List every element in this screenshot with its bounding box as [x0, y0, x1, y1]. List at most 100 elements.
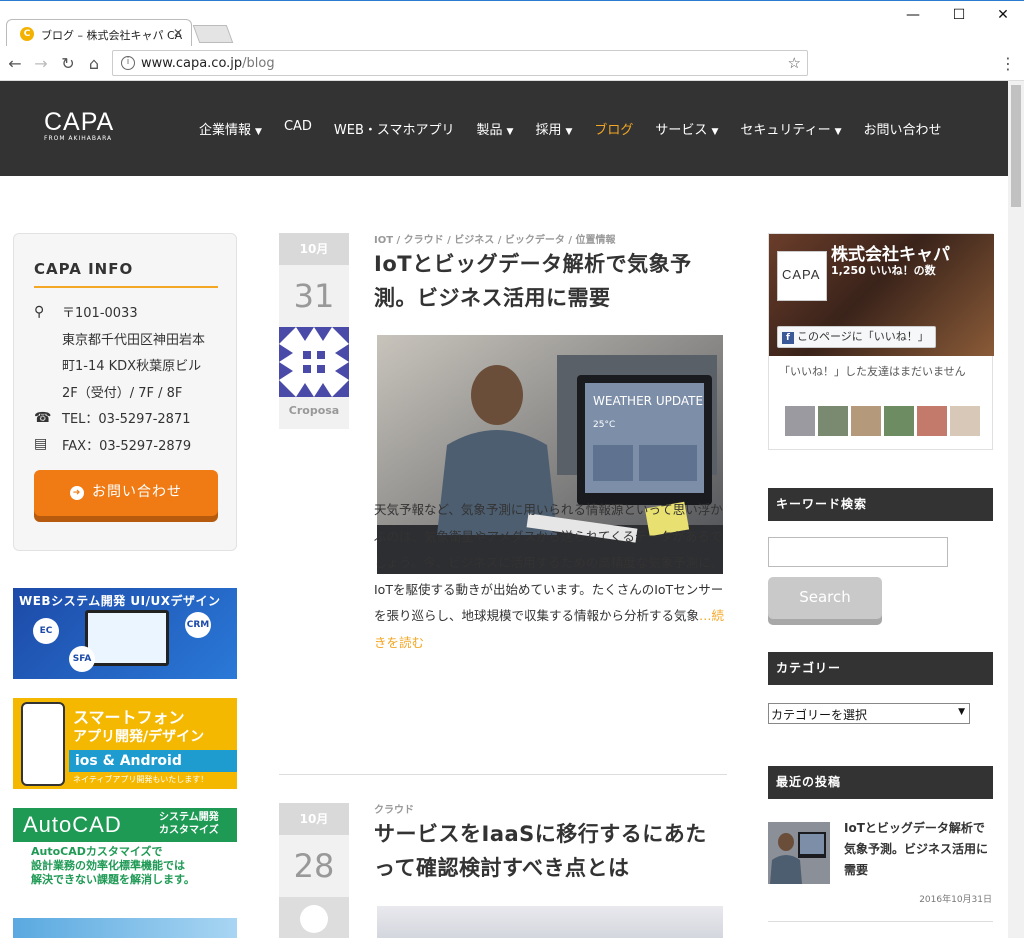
page-scrollbar[interactable] — [1008, 81, 1024, 938]
nav-web-app[interactable]: WEB・スマホアプリ — [334, 119, 455, 138]
autocad-title: AutoCAD — [23, 812, 122, 837]
autocad-body-3: 解決できない課題を解消します。 — [31, 873, 195, 886]
post-date-box: 10月 28 — [279, 803, 349, 938]
chevron-down-icon: ▼ — [834, 127, 842, 137]
chevron-down-icon: ▼ — [711, 127, 719, 137]
nav-services[interactable]: サービス ▼ — [655, 119, 718, 138]
screen-temp: 25°C — [593, 420, 615, 430]
smartphone-graphic — [21, 702, 65, 786]
home-icon[interactable]: ⌂ — [83, 54, 105, 73]
forward-icon[interactable]: → — [30, 54, 52, 73]
autocad-sub1: システム開発 — [159, 812, 219, 823]
bookmark-star-icon[interactable]: ☆ — [788, 54, 801, 72]
address-bar[interactable]: i www.capa.co.jp/blog ☆ — [112, 50, 808, 76]
chevron-down-icon: ▼ — [506, 127, 514, 137]
capa-favicon-icon: C — [20, 27, 34, 41]
capa-info-box: CAPA INFO ⚲ 〒101-0033 東京都千代田区神田岩本 町1-14 … — [13, 233, 237, 551]
info-address-2: 町1-14 KDX秋葉原ビル — [62, 359, 202, 374]
back-icon[interactable]: ← — [4, 54, 26, 73]
post-categories[interactable]: クラウド — [374, 801, 414, 816]
phone-icon: ☎ — [34, 410, 52, 426]
minimize-icon[interactable]: — — [898, 7, 928, 23]
nav-security[interactable]: セキュリティー ▼ — [740, 119, 841, 138]
contact-button[interactable]: ➜ お問い合わせ — [34, 470, 218, 516]
search-input[interactable] — [768, 537, 948, 567]
site-logo[interactable]: CAPA FROM AKIHABARA — [44, 108, 114, 142]
logo-sub: FROM AKIHABARA — [44, 135, 113, 142]
nav-contact[interactable]: お問い合わせ — [864, 119, 942, 138]
maximize-icon[interactable]: ☐ — [944, 7, 974, 23]
nav-recruit[interactable]: 採用 ▼ — [535, 119, 572, 138]
autocad-header: AutoCAD システム開発 カスタマイズ — [13, 808, 237, 842]
recent-post-thumbnail[interactable] — [768, 822, 830, 884]
browser-menu-icon[interactable]: ⋮ — [1000, 54, 1016, 73]
post-title[interactable]: サービスをIaaSに移行するにあたって確認検討すべき点とは — [374, 817, 724, 885]
monitor-graphic — [85, 610, 169, 666]
category-select[interactable]: カテゴリーを選択 ▼ — [768, 703, 970, 724]
post-title[interactable]: IoTとビッグデータ解析で気象予測。ビジネス活用に需要 — [374, 247, 724, 315]
facebook-page-widget: CAPA 株式会社キャパ 1,250 いいね！の数 f このページに「いいね！」 … — [768, 233, 994, 450]
banner-smart-line2: アプリ開発/デザイン — [73, 729, 205, 745]
site-info-icon[interactable]: i — [121, 56, 135, 70]
banner-web-title: WEBシステム開発 UI/UXデザイン — [19, 594, 221, 608]
banner-smart-note: ネイティブアプリ開発もいたします！ — [73, 775, 209, 784]
window-close-icon[interactable]: ✕ — [988, 7, 1018, 23]
info-postal: 〒101-0033 — [62, 306, 138, 321]
recent-post-date: 2016年10月31日 — [919, 895, 992, 905]
search-button[interactable]: Search — [768, 577, 882, 619]
post-categories[interactable]: IOT / クラウド / ビジネス / ビックデータ / 位置情報 — [374, 231, 616, 246]
facebook-like-count: 1,250 いいね！の数 — [831, 264, 936, 277]
avatar[interactable] — [917, 406, 947, 436]
banner-next[interactable] — [13, 918, 237, 938]
page-viewport: CAPA FROM AKIHABARA 企業情報 ▼ CAD WEB・スマホアプリ… — [0, 81, 1008, 938]
new-tab-button[interactable] — [192, 25, 234, 43]
post-month: 10月 — [279, 803, 349, 835]
post-author[interactable]: Croposa — [279, 397, 349, 429]
autocad-sub2: カスタマイズ — [159, 825, 219, 836]
post-excerpt: 天気予報など、気象予測に用いられる情報源といって思い浮かぶのは、気象衛星やアメダ… — [374, 502, 725, 650]
post-month: 10月 — [279, 233, 349, 265]
nav-cad[interactable]: CAD — [284, 119, 312, 138]
site-header: CAPA FROM AKIHABARA 企業情報 ▼ CAD WEB・スマホアプリ… — [0, 81, 1008, 176]
banner-smartphone[interactable]: スマートフォン アプリ開発/デザイン ios & Android ネイティブアプ… — [13, 698, 237, 789]
reload-icon[interactable]: ↻ — [57, 54, 79, 73]
avatar[interactable] — [785, 406, 815, 436]
avatar[interactable] — [851, 406, 881, 436]
autocad-body-2: 設計業務の効率化標準機能では — [31, 859, 185, 872]
post-day: 31 — [279, 265, 349, 327]
banner-smart-line1: スマートフォン — [73, 708, 185, 727]
facebook-page-logo[interactable]: CAPA — [777, 251, 827, 301]
info-address-3: 2F（受付）/ 7F / 8F — [62, 385, 183, 401]
banner-web-system[interactable]: WEBシステム開発 UI/UXデザイン EC CRM SFA — [13, 588, 237, 679]
facebook-like-button[interactable]: f このページに「いいね！」 — [777, 326, 936, 348]
post-divider — [279, 774, 727, 775]
bubble-crm: CRM — [185, 612, 211, 638]
recent-widget-title: 最近の投稿 — [768, 766, 993, 799]
author-avatar[interactable] — [279, 327, 349, 397]
arrow-right-circle-icon: ➜ — [70, 486, 84, 500]
tab-close-icon[interactable]: ✕ — [173, 26, 183, 40]
nav-blog[interactable]: ブログ — [594, 119, 633, 138]
nav-company[interactable]: 企業情報 ▼ — [199, 119, 262, 138]
facebook-cover[interactable]: CAPA 株式会社キャパ 1,250 いいね！の数 f このページに「いいね！」 — [769, 234, 994, 356]
browser-tab[interactable]: C ブログ – 株式会社キャパ CA ✕ — [6, 19, 192, 47]
banner-autocad[interactable]: AutoCAD システム開発 カスタマイズ AutoCADカスタマイズで 設計業務… — [13, 808, 237, 900]
autocad-body-1: AutoCADカスタマイズで — [31, 845, 163, 858]
info-title: CAPA INFO — [34, 260, 134, 278]
facebook-icon: f — [782, 332, 794, 344]
scrollbar-thumb[interactable] — [1011, 85, 1021, 207]
banner-smart-bar: ios & Android — [69, 750, 237, 772]
author-avatar[interactable] — [279, 897, 349, 938]
info-tel[interactable]: TEL：03-5297-2871 — [62, 407, 191, 434]
post-card: 10月 28 クラウド サービスをIaaSに移行するにあたって確認検討すべき点と… — [279, 803, 727, 938]
post-card: 10月 31 Croposa IOT / クラウド / ビジネス / ビックデー… — [279, 233, 727, 773]
chevron-down-icon: ▼ — [255, 127, 262, 137]
post-thumbnail[interactable] — [377, 906, 723, 938]
post-date-box: 10月 31 Croposa — [279, 233, 349, 429]
dropdown-arrow-icon: ▼ — [958, 707, 965, 717]
nav-products[interactable]: 製品 ▼ — [477, 119, 514, 138]
recent-post-title[interactable]: IoTとビッグデータ解析で気象予測。ビジネス活用に需要 — [844, 818, 994, 881]
avatar[interactable] — [818, 406, 848, 436]
avatar[interactable] — [884, 406, 914, 436]
avatar[interactable] — [950, 406, 980, 436]
